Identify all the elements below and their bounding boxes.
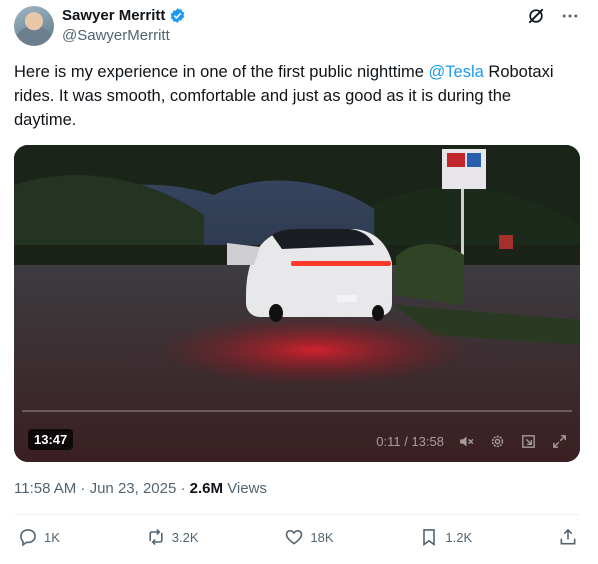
bookmark-count: 1.2K [445,529,473,545]
reply-icon [20,529,36,547]
settings-icon[interactable] [489,433,506,450]
reply-button[interactable]: 1K [18,527,60,547]
mute-icon[interactable] [458,433,475,450]
author-name-row: Sawyer Merritt [62,7,186,24]
share-icon [560,528,576,545]
author-handle[interactable]: @SawyerMerritt [62,27,170,44]
tesla-mention-link[interactable]: @Tesla [429,63,484,81]
divider [14,514,580,515]
repost-icon [149,528,163,546]
verified-badge-icon [171,8,185,23]
video-time-display: 0:11 / 13:58 [376,434,444,449]
tweet-text-part-1: Here is my experience in one of the firs… [14,63,429,81]
video-progress-track[interactable] [22,410,572,412]
share-button[interactable] [558,527,578,547]
tweet-text: Here is my experience in one of the firs… [14,60,574,132]
video-duration-badge: 13:47 [28,429,74,450]
author-name[interactable]: Sawyer Merritt [62,7,165,24]
video-player[interactable]: 13:47 0:11 / 13:58 [14,145,580,462]
views-count: 2.6M [189,480,224,497]
views-label: Views [223,480,267,497]
top-actions [526,6,580,26]
action-bar: 1K 3.2K 18K 1.2K [18,527,578,547]
bookmark-icon [423,529,436,547]
timestamp[interactable]: 11:58 AM · Jun 23, 2025 · [14,480,190,497]
like-count: 18K [310,529,334,545]
like-button[interactable]: 18K [284,527,334,547]
bookmark-button[interactable]: 1.2K [419,527,472,547]
pip-icon[interactable] [520,433,537,450]
reply-count: 1K [44,529,60,545]
tweet-meta: 11:58 AM · Jun 23, 2025 · 2.6M Views [14,480,267,497]
grok-icon[interactable] [526,6,546,26]
more-icon[interactable] [560,6,580,26]
fullscreen-icon[interactable] [551,433,568,450]
video-controls: 0:11 / 13:58 [376,433,568,450]
like-icon [286,529,303,545]
repost-count: 3.2K [171,529,199,545]
video-frame [14,145,580,462]
avatar[interactable] [14,6,54,46]
repost-button[interactable]: 3.2K [146,527,199,547]
